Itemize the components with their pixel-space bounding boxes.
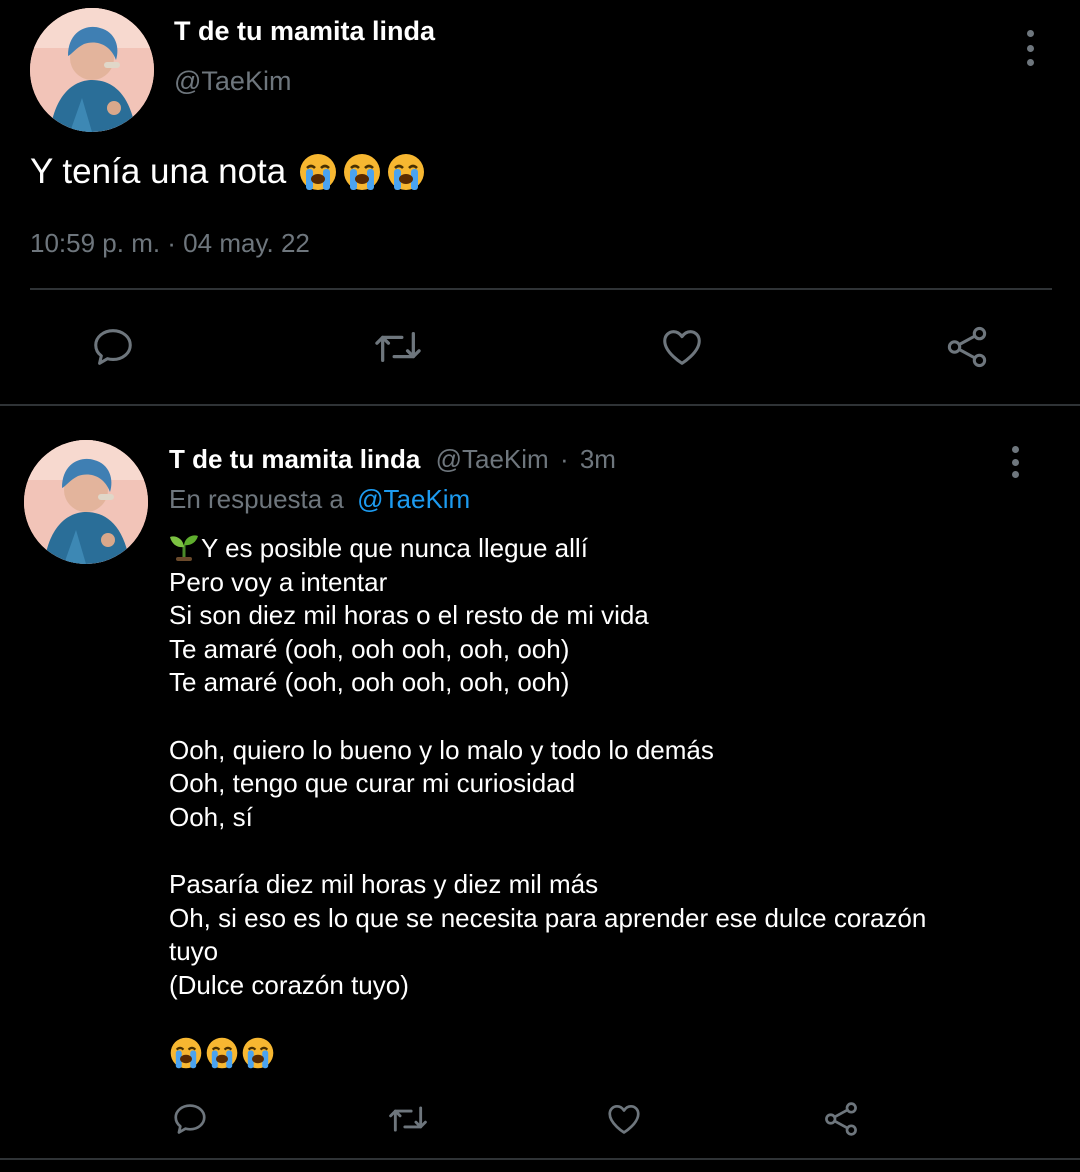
share-icon[interactable] — [944, 324, 990, 370]
reply-context: En respuesta a @TaeKim — [169, 484, 470, 515]
share-icon[interactable] — [822, 1100, 860, 1138]
retweet-icon[interactable] — [386, 1100, 430, 1138]
section-divider — [0, 404, 1080, 406]
tweet-text: Y tenía una nota — [30, 152, 426, 192]
lyric-line: Te amaré (ooh, ooh ooh, ooh, ooh) — [169, 667, 570, 698]
reply-icon[interactable] — [171, 1100, 209, 1138]
loudly-crying-face-icon — [386, 152, 426, 192]
lyric-line: Pero voy a intentar — [169, 566, 388, 597]
section-divider — [0, 1158, 1080, 1160]
emoji-group — [169, 1036, 275, 1070]
author-handle[interactable]: @TaeKim — [174, 66, 291, 97]
more-options-icon[interactable] — [1020, 30, 1040, 66]
tweet-age[interactable]: 3m — [580, 444, 616, 474]
seedling-icon — [169, 533, 199, 561]
main-tweet: T de tu mamita linda @TaeKim Y tenía una… — [0, 0, 1080, 405]
separator-dot: · — [559, 444, 569, 474]
reply-prefix: En respuesta a — [169, 484, 344, 514]
lyric-line: Te amaré (ooh, ooh ooh, ooh, ooh) — [169, 633, 570, 664]
like-icon[interactable] — [659, 324, 705, 370]
reply-to-handle-link[interactable]: @TaeKim — [357, 484, 470, 514]
loudly-crying-face-icon — [169, 1036, 203, 1070]
more-options-icon[interactable] — [1005, 446, 1025, 478]
avatar[interactable] — [24, 440, 148, 564]
tweet-text: Y es posible que nunca llegue allí Pero … — [169, 532, 1029, 1002]
author-handle[interactable]: @TaeKim — [436, 444, 549, 474]
lyric-line: Y es posible que nunca llegue allí — [169, 532, 1029, 566]
lyric-line: (Dulce corazón tuyo) — [169, 969, 409, 1000]
lyric-line: Pasaría diez mil horas y diez mil más — [169, 868, 599, 899]
lyric-line: Oh, si eso es lo que se necesita para ap… — [169, 902, 927, 933]
tweet-timestamp[interactable]: 10:59 p. m. · 04 may. 22 — [30, 228, 310, 259]
reply-icon[interactable] — [90, 324, 136, 370]
retweet-icon[interactable] — [372, 324, 424, 370]
avatar[interactable] — [30, 8, 154, 132]
lyric-line: Ooh, tengo que curar mi curiosidad — [169, 768, 576, 799]
lyric-line: Si son diez mil horas o el resto de mi v… — [169, 600, 649, 631]
lyric-line: Ooh, sí — [169, 801, 253, 832]
author-name[interactable]: T de tu mamita linda — [174, 16, 435, 47]
reply-header: T de tu mamita linda @TaeKim · 3m — [169, 444, 616, 475]
loudly-crying-face-icon — [342, 152, 382, 192]
lyric-line: tuyo — [169, 936, 219, 967]
emoji-group — [298, 152, 426, 192]
loudly-crying-face-icon — [205, 1036, 239, 1070]
divider — [30, 288, 1052, 290]
loudly-crying-face-icon — [298, 152, 338, 192]
lyric-line: Ooh, quiero lo bueno y lo malo y todo lo… — [169, 734, 714, 765]
author-name[interactable]: T de tu mamita linda — [169, 444, 420, 474]
loudly-crying-face-icon — [241, 1036, 275, 1070]
tweet-text-content: Y tenía una nota — [30, 152, 287, 191]
like-icon[interactable] — [605, 1100, 643, 1138]
